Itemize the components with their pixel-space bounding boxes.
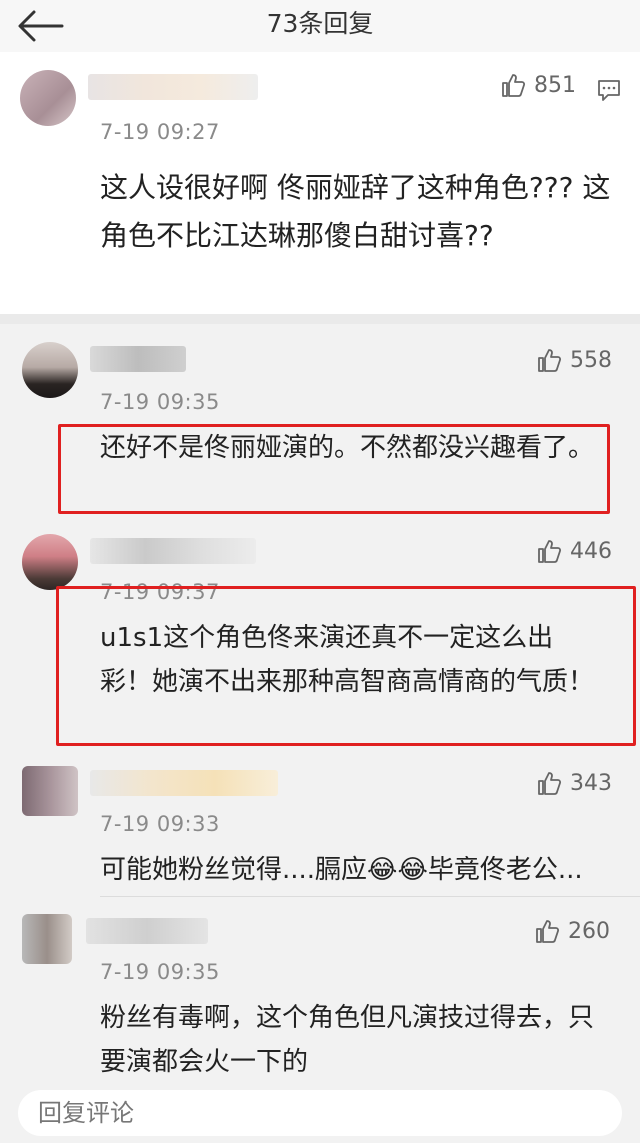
reply-text: 还好不是佟丽娅演的。不然都没兴趣看了。 (100, 433, 595, 463)
username-blurred[interactable] (90, 346, 186, 372)
like-count: 558 (570, 347, 612, 373)
avatar[interactable] (22, 914, 72, 964)
like-button[interactable]: 343 (536, 770, 612, 796)
thumbs-up-icon (538, 540, 562, 563)
reply-text: u1s1这个角色佟来演还真不一定这么出彩！她演不出来那种高智商高情商的气质！ (100, 623, 595, 697)
reply-input[interactable]: 回复评论 (18, 1090, 622, 1136)
avatar[interactable] (22, 766, 78, 816)
bottom-bar: 回复评论 (0, 1082, 640, 1143)
reply-divider (100, 896, 640, 897)
like-button[interactable]: 446 (536, 538, 612, 564)
reply-text: 粉丝有毒啊，这个角色但凡演技过得去，只要演都会火一下的 (100, 1003, 595, 1077)
reply-time: 7-19 09:35 (100, 960, 220, 984)
like-count: 446 (570, 538, 612, 564)
thumbs-up-icon (538, 772, 562, 795)
avatar[interactable] (22, 534, 78, 590)
reply-time: 7-19 09:35 (100, 390, 220, 414)
like-count: 343 (570, 770, 612, 796)
main-comment: 7-19 09:27 851 这人设很好啊 佟丽娅辞了这种角色??? 这角色不比… (0, 52, 640, 314)
username-blurred[interactable] (88, 74, 258, 100)
top-bar: 73条回复 (0, 0, 640, 53)
like-button[interactable]: 260 (534, 918, 610, 944)
username-blurred[interactable] (86, 918, 208, 944)
comment-time: 7-19 09:27 (100, 120, 220, 144)
like-button[interactable]: 558 (536, 347, 612, 373)
thumbs-up-icon (538, 349, 562, 372)
section-gap (0, 314, 640, 324)
reply-text: 可能她粉丝觉得....膈应😂😂毕竟佟老公... (100, 855, 583, 885)
page-title: 73条回复 (266, 9, 374, 38)
avatar[interactable] (20, 70, 76, 126)
avatar[interactable] (22, 342, 78, 398)
username-blurred[interactable] (90, 770, 278, 796)
thumbs-up-icon (502, 74, 526, 97)
like-count: 851 (534, 72, 576, 98)
username-blurred[interactable] (90, 538, 256, 564)
comment-text: 这人设很好啊 佟丽娅辞了这种角色??? 这角色不比江达琳那傻白甜讨喜?? (100, 171, 611, 252)
thumbs-up-icon (536, 920, 560, 943)
like-count: 260 (568, 918, 610, 944)
comment-icon[interactable] (596, 77, 622, 103)
like-button[interactable]: 851 (500, 72, 576, 98)
reply-time: 7-19 09:33 (100, 812, 220, 836)
